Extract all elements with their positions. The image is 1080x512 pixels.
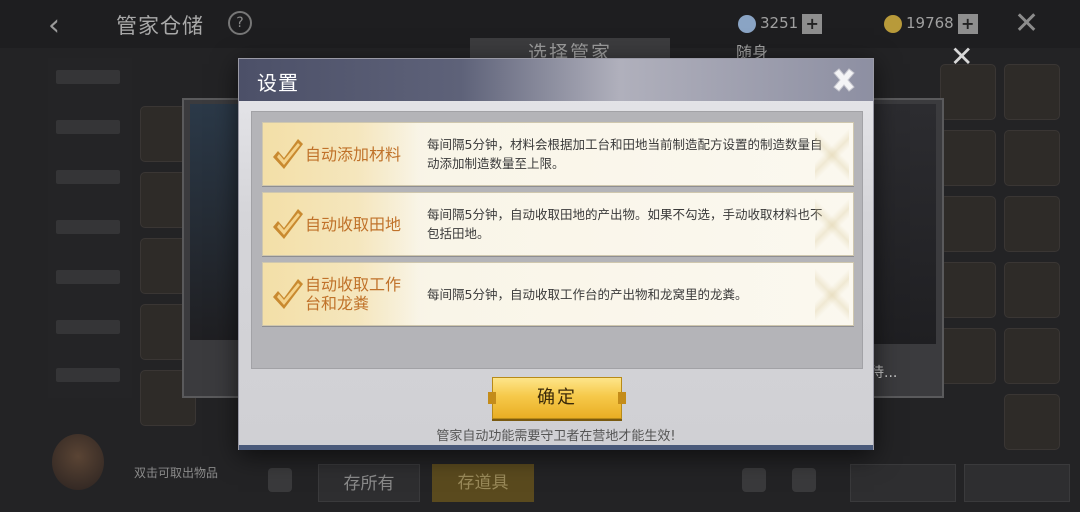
background-close-icon[interactable]: ✕	[1014, 6, 1039, 41]
checkmark-icon[interactable]	[269, 135, 305, 175]
inventory-slot[interactable]	[940, 262, 996, 318]
butler-panel-close-icon[interactable]: ✕	[950, 40, 973, 73]
option-description: 每间隔5分钟，自动收取工作台的产出物和龙窝里的龙粪。	[427, 287, 748, 302]
trash-icon[interactable]	[792, 468, 816, 492]
add-gold-button[interactable]: +	[957, 13, 978, 34]
game-screen: ‹ 管家仓储 ? 3251 + 19768 + ✕ 选择管家 随身 待... ✕ 双…	[0, 0, 1080, 512]
dialog-title: 设置	[257, 71, 299, 95]
inventory-slot[interactable]	[1004, 328, 1060, 384]
gem-amount: 3251	[760, 14, 799, 32]
inventory-slot[interactable]	[940, 328, 996, 384]
category-item[interactable]	[56, 120, 120, 134]
inventory-slot[interactable]	[1004, 394, 1060, 450]
bottom-action-button[interactable]	[850, 464, 956, 502]
withdraw-hint: 双击可取出物品	[134, 466, 219, 480]
option-label: 自动收取田地	[305, 215, 402, 234]
avatar[interactable]	[52, 434, 104, 490]
settings-dialog: 设置 自动添加材料 每间隔5分钟，材料会根据加工台和田地当前制造配方设置的制造数…	[238, 58, 874, 450]
add-gems-button[interactable]: +	[802, 13, 823, 34]
option-label: 自动添加材料	[305, 145, 402, 164]
close-x-icon[interactable]	[827, 63, 861, 97]
inventory-slot[interactable]	[940, 130, 996, 186]
store-items-button[interactable]: 存道具	[432, 464, 534, 502]
truncated-label: 待...	[870, 365, 898, 381]
checkmark-icon[interactable]	[269, 205, 305, 245]
option-row-auto-collect-fields[interactable]: 自动收取田地 每间隔5分钟，自动收取田地的产出物。如果不勾选，手动收取材料也不包…	[262, 192, 854, 257]
bottom-action-button[interactable]	[964, 464, 1070, 502]
option-description: 每间隔5分钟，材料会根据加工台和田地当前制造配方设置的制造数量自动添加制造数量至…	[427, 137, 823, 171]
gold-coin-icon	[884, 14, 902, 33]
inventory-slot[interactable]	[1004, 262, 1060, 318]
category-item[interactable]	[56, 320, 120, 334]
gold-currency: 19768 +	[884, 12, 978, 34]
footer-note: 管家自动功能需要守卫者在营地才能生效!	[436, 429, 676, 444]
help-icon[interactable]: ?	[228, 11, 252, 35]
gem-currency: 3251 +	[738, 12, 823, 34]
gem-icon	[738, 14, 756, 33]
category-item[interactable]	[56, 170, 120, 184]
dialog-header: 设置	[239, 59, 873, 101]
dialog-bottom-bar	[239, 445, 873, 450]
option-row-auto-collect-workbench-dung[interactable]: 自动收取工作台和龙粪 每间隔5分钟，自动收取工作台的产出物和龙窝里的龙粪。	[262, 262, 854, 327]
option-description: 每间隔5分钟，自动收取田地的产出物。如果不勾选，手动收取材料也不包括田地。	[427, 207, 823, 241]
background-page-title: 管家仓储	[116, 14, 204, 38]
inventory-slot[interactable]	[1004, 196, 1060, 252]
inventory-slot[interactable]	[940, 196, 996, 252]
filter-icon[interactable]	[742, 468, 766, 492]
category-item[interactable]	[56, 70, 120, 84]
store-all-button[interactable]: 存所有	[318, 464, 420, 502]
confirm-button[interactable]: 确定	[488, 377, 626, 419]
options-list: 自动添加材料 每间隔5分钟，材料会根据加工台和田地当前制造配方设置的制造数量自动…	[251, 111, 863, 369]
option-row-auto-add-materials[interactable]: 自动添加材料 每间隔5分钟，材料会根据加工台和田地当前制造配方设置的制造数量自动…	[262, 122, 854, 187]
category-item[interactable]	[56, 368, 120, 382]
inventory-slot[interactable]	[1004, 130, 1060, 186]
sort-icon[interactable]	[268, 468, 292, 492]
category-item[interactable]	[56, 270, 120, 284]
gold-amount: 19768	[906, 14, 954, 32]
category-item[interactable]	[56, 220, 120, 234]
checkmark-icon[interactable]	[269, 275, 305, 315]
butler-portrait-right[interactable]	[870, 104, 936, 344]
back-arrow-icon[interactable]: ‹	[48, 8, 60, 43]
inventory-slot[interactable]	[1004, 64, 1060, 120]
option-label: 自动收取工作台和龙粪	[305, 275, 402, 313]
